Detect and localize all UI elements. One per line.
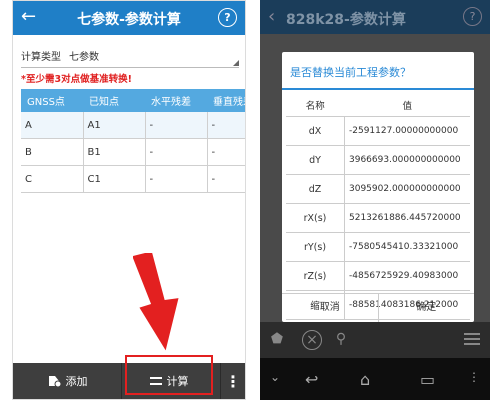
back-arrow-icon: ‹	[268, 6, 276, 27]
nav-home-icon[interactable]: ⌂	[360, 370, 370, 389]
param-value: 3966693.000000000000	[344, 145, 470, 175]
nav-more-icon[interactable]: ⋮	[468, 370, 480, 384]
add-point-icon	[48, 376, 61, 387]
table-header: 名称 值	[286, 94, 470, 117]
android-nav-bar: ⌄ ↩ ⌂ ▭ ⋮	[260, 358, 490, 400]
calc-type-label: 计算类型	[21, 52, 61, 63]
dialog-title: 是否替换当前工程参数？	[290, 66, 411, 79]
param-name: dY	[286, 145, 345, 175]
confirm-button[interactable]: 确定	[379, 294, 475, 322]
cell: -	[207, 165, 245, 193]
param-name: rY(s)	[286, 232, 345, 262]
add-button-label: 添加	[65, 375, 88, 388]
col-known: 已知点	[83, 89, 145, 112]
cell: B	[21, 138, 84, 166]
param-value: -2591127.00000000000	[344, 116, 470, 146]
cell: -	[145, 138, 208, 166]
title-bar-dimmed: ‹ 828k28-参数计算 ?	[260, 0, 490, 34]
cancel-button[interactable]: 取消	[282, 294, 379, 322]
table-header: GNSS点 已知点 水平残差 垂直残差	[21, 89, 245, 112]
nav-recents-icon[interactable]: ▭	[420, 370, 435, 389]
cell: -	[145, 112, 208, 139]
more-menu-icon[interactable]: ⋮	[220, 363, 245, 399]
search-icon: ⚲	[335, 331, 347, 347]
warning-text: *至少需3对点做基准转换!	[21, 74, 132, 85]
calc-type-value: 七参数	[69, 52, 99, 63]
red-arrow-icon	[133, 253, 179, 351]
table-row: rZ(s) -4856725929.40983000	[286, 261, 470, 291]
col-name: 名称	[286, 94, 345, 117]
param-name: dZ	[286, 174, 345, 204]
dialog-divider	[282, 88, 474, 90]
right-screen: ‹ 828k28-参数计算 ? ⬟ × ⚲ ⌄ ↩ ⌂ ▭ ⋮ 是否替换当前工程…	[260, 0, 490, 400]
table-row: rX(s) 5213261886.445720000	[286, 203, 470, 233]
chevron-down-icon[interactable]: ⌄	[270, 370, 280, 384]
add-point-icon: ⬟	[270, 331, 284, 347]
dimmed-bottom-toolbar: ⬟ × ⚲	[260, 322, 490, 358]
param-value: 3095902.000000000000	[344, 174, 470, 204]
param-name: dX	[286, 116, 345, 146]
add-button[interactable]: 添加	[13, 363, 122, 399]
cell: -	[207, 138, 245, 166]
cell: C	[21, 165, 84, 193]
cell: A1	[83, 112, 146, 139]
table-row[interactable]: C C1 - -	[21, 165, 245, 193]
cell: C1	[83, 165, 146, 193]
table-row[interactable]: A A1 - -	[21, 112, 245, 139]
page-title: 七参数-参数计算	[77, 12, 181, 28]
nav-back-icon[interactable]: ↩	[305, 370, 318, 389]
calc-type-dropdown[interactable]: 计算类型 七参数	[21, 45, 239, 68]
param-value: 5213261886.445720000	[344, 203, 470, 233]
left-screen: ← 七参数-参数计算 ? 计算类型 七参数 *至少需3对点做基准转换! GNSS…	[12, 0, 246, 400]
cell: A	[21, 112, 84, 139]
cell: -	[207, 112, 245, 139]
point-pair-table: GNSS点 已知点 水平残差 垂直残差 A A1 - - B B1 - - C …	[21, 89, 245, 193]
close-circle-icon: ×	[302, 330, 322, 350]
page-title: 828k28-参数计算	[286, 12, 406, 28]
table-row: dY 3966693.000000000000	[286, 145, 470, 175]
cell: B1	[83, 138, 146, 166]
col-horizontal: 水平残差	[145, 89, 207, 112]
cell: -	[145, 165, 208, 193]
table-row: dX -2591127.00000000000	[286, 116, 470, 146]
col-gnss: GNSS点	[21, 89, 83, 112]
menu-icon	[464, 330, 482, 348]
col-vertical: 垂直残差	[207, 89, 245, 112]
title-bar: ← 七参数-参数计算 ?	[13, 1, 245, 35]
param-name: rX(s)	[286, 203, 345, 233]
param-name: rZ(s)	[286, 261, 345, 291]
col-value: 值	[344, 94, 470, 117]
table-row: dZ 3095902.000000000000	[286, 174, 470, 204]
param-value: -7580545410.33321000	[344, 232, 470, 262]
highlight-box	[125, 355, 213, 395]
replace-params-dialog: 是否替换当前工程参数？ 名称 值 dX -2591127.00000000000 …	[282, 52, 474, 322]
help-icon: ?	[463, 7, 482, 26]
dropdown-indicator-icon	[233, 60, 239, 66]
table-row: rY(s) -7580545410.33321000	[286, 232, 470, 262]
dialog-buttons: 取消 确定	[282, 293, 474, 322]
help-icon[interactable]: ?	[218, 8, 237, 27]
table-row[interactable]: B B1 - -	[21, 138, 245, 166]
parameter-table: 名称 值 dX -2591127.00000000000 dY 3966693.00…	[286, 94, 470, 320]
param-value: -4856725929.40983000	[344, 261, 470, 291]
